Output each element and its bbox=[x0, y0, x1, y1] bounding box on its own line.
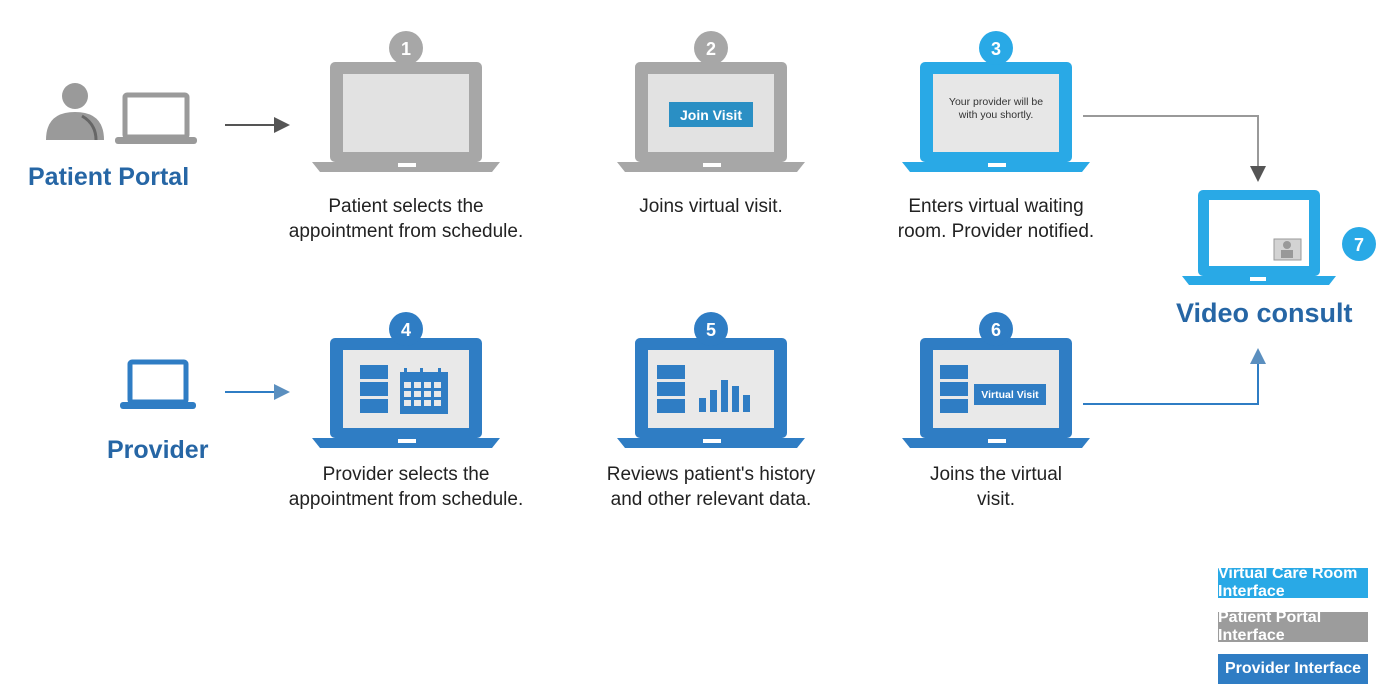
step2-caption: Joins virtual visit. bbox=[639, 196, 783, 217]
person-icon bbox=[46, 83, 104, 141]
step7-number: 7 bbox=[1354, 235, 1364, 255]
step5-badge: 5 bbox=[694, 312, 728, 346]
provider-label: Provider bbox=[107, 436, 209, 464]
step4-caption: Provider selects the appointment from sc… bbox=[288, 464, 524, 510]
step3-badge: 3 bbox=[979, 31, 1013, 65]
step6-laptop: Virtual Visit bbox=[902, 338, 1090, 448]
step6-caption: Joins the virtual visit. bbox=[929, 464, 1062, 510]
step2-laptop: Join Visit bbox=[617, 62, 805, 172]
virtual-visit-label: Virtual Visit bbox=[981, 389, 1039, 401]
step3-number: 3 bbox=[991, 39, 1001, 59]
patient-laptop-icon bbox=[115, 92, 197, 144]
step7-badge: 7 bbox=[1342, 227, 1376, 261]
step1-caption: Patient selects the appointment from sch… bbox=[288, 196, 524, 242]
step4-laptop bbox=[312, 338, 500, 448]
join-visit-label: Join Visit bbox=[680, 107, 742, 123]
step1-laptop bbox=[312, 62, 500, 172]
step2-badge: 2 bbox=[694, 31, 728, 65]
step4-badge: 4 bbox=[389, 312, 423, 346]
connector-step3-to-video bbox=[1083, 115, 1266, 182]
patient-portal-label: Patient Portal bbox=[28, 163, 190, 191]
legend-patient-portal: Patient Portal Interface bbox=[1218, 609, 1368, 644]
video-consult-laptop bbox=[1182, 190, 1336, 285]
calendar-icon bbox=[400, 368, 448, 414]
step6-badge: 6 bbox=[979, 312, 1013, 346]
connector-step6-to-video bbox=[1083, 348, 1266, 405]
step3-laptop: Your provider will be with you shortly. bbox=[902, 62, 1090, 172]
video-pip-icon bbox=[1273, 238, 1302, 261]
legend-provider: Provider Interface bbox=[1218, 654, 1368, 684]
step5-caption: Reviews patient's history and other rele… bbox=[606, 464, 816, 510]
step6-number: 6 bbox=[991, 320, 1001, 340]
step1-badge: 1 bbox=[389, 31, 423, 65]
workflow-diagram: 1 Join Visit 2 Your provider will be wit… bbox=[46, 31, 1376, 448]
step3-screen-line2: with you shortly. bbox=[958, 109, 1034, 121]
step1-number: 1 bbox=[401, 39, 411, 59]
step3-screen-line1: Your provider will be bbox=[949, 96, 1043, 108]
legend-virtual-care-room: Virtual Care Room Interface bbox=[1218, 565, 1368, 600]
step5-number: 5 bbox=[706, 320, 716, 340]
video-consult-label: Video consult bbox=[1176, 298, 1353, 328]
step2-number: 2 bbox=[706, 39, 716, 59]
step4-number: 4 bbox=[401, 320, 411, 340]
provider-laptop-icon bbox=[120, 359, 196, 409]
step5-laptop bbox=[617, 338, 805, 448]
step3-caption: Enters virtual waiting room. Provider no… bbox=[897, 196, 1095, 242]
